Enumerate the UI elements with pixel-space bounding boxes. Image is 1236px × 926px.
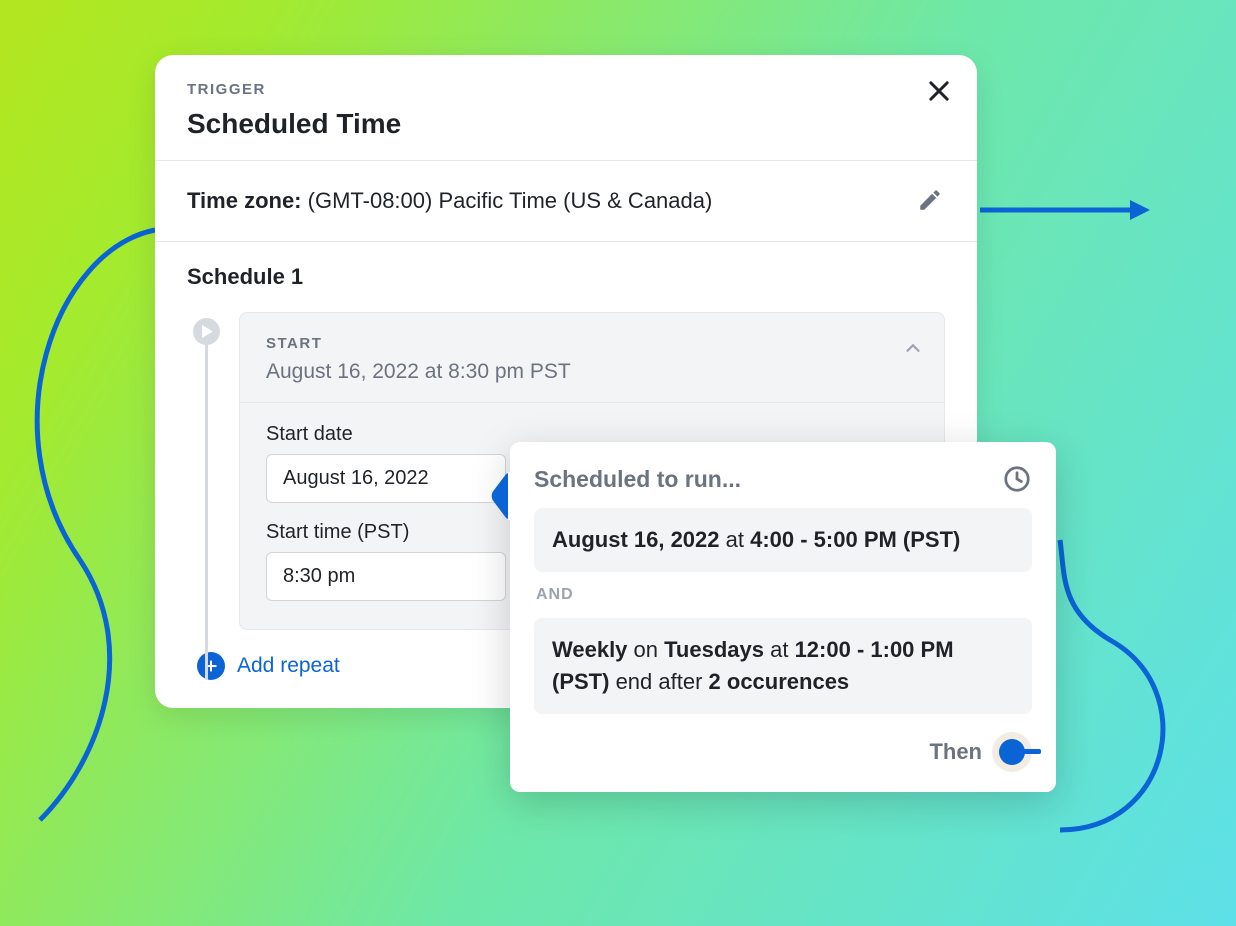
- schedule-rule-1: August 16, 2022 at 4:00 - 5:00 PM (PST): [534, 508, 1032, 572]
- add-repeat-label: Add repeat: [237, 654, 340, 678]
- trigger-title: Scheduled Time: [187, 108, 945, 140]
- popover-title: Scheduled to run...: [534, 466, 741, 493]
- rule1-at: at: [720, 527, 751, 552]
- rule2-end: end after: [609, 669, 708, 694]
- rule1-date: August 16, 2022: [552, 527, 720, 552]
- trigger-eyebrow: TRIGGER: [187, 81, 945, 98]
- start-label: START: [266, 335, 918, 352]
- chevron-up-icon[interactable]: [902, 337, 924, 359]
- timezone-text: Time zone: (GMT-08:00) Pacific Time (US …: [187, 188, 712, 214]
- rule2-day: Tuesdays: [664, 637, 764, 662]
- card-header: TRIGGER Scheduled Time: [155, 55, 977, 160]
- popover-header: Scheduled to run...: [534, 464, 1032, 494]
- plus-icon: [197, 652, 225, 680]
- close-icon[interactable]: [925, 77, 953, 105]
- and-separator: AND: [536, 586, 1030, 604]
- start-datetime: August 16, 2022 at 8:30 pm PST: [266, 360, 918, 384]
- play-icon: [193, 318, 220, 345]
- clock-icon: [1002, 464, 1032, 494]
- rule2-on: on: [627, 637, 664, 662]
- then-connector-icon[interactable]: [992, 732, 1032, 772]
- timezone-value: (GMT-08:00) Pacific Time (US & Canada): [308, 188, 713, 213]
- start-card-header[interactable]: START August 16, 2022 at 8:30 pm PST: [240, 313, 944, 402]
- then-label: Then: [929, 739, 982, 765]
- edit-icon[interactable]: [917, 187, 945, 215]
- then-row: Then: [534, 732, 1032, 772]
- schedule-summary-popover: Scheduled to run... August 16, 2022 at 4…: [510, 442, 1056, 792]
- timeline-rail: [205, 330, 208, 680]
- timezone-row: Time zone: (GMT-08:00) Pacific Time (US …: [155, 161, 977, 241]
- start-time-input[interactable]: 8:30 pm: [266, 552, 506, 601]
- rule1-time: 4:00 - 5:00 PM (PST): [750, 527, 960, 552]
- schedule-rule-2: Weekly on Tuesdays at 12:00 - 1:00 PM (P…: [534, 618, 1032, 714]
- rule2-freq: Weekly: [552, 637, 627, 662]
- timezone-label: Time zone:: [187, 188, 302, 213]
- rule2-at: at: [764, 637, 795, 662]
- schedule-heading: Schedule 1: [187, 264, 945, 290]
- start-date-input[interactable]: August 16, 2022: [266, 454, 506, 503]
- rule2-occurrences: 2 occurences: [709, 669, 850, 694]
